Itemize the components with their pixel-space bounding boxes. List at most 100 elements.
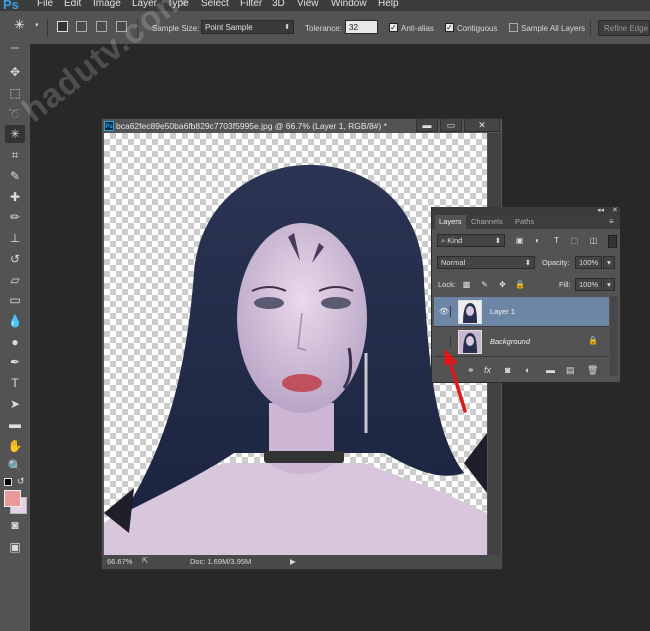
zoom-tool-icon[interactable]: 🔍: [5, 457, 25, 475]
default-colors-icon[interactable]: [4, 478, 12, 486]
menu-view[interactable]: View: [297, 0, 319, 9]
eraser-tool-icon[interactable]: ▱: [5, 271, 25, 289]
lock-position-icon[interactable]: ✥: [498, 280, 507, 289]
visibility-eye-icon[interactable]: 👁: [438, 306, 451, 317]
new-group-icon[interactable]: ▬: [546, 365, 555, 375]
close-panel-icon[interactable]: ✕: [612, 206, 618, 214]
opacity-input[interactable]: 100%: [575, 256, 602, 269]
clone-stamp-tool-icon[interactable]: ⊥: [5, 229, 25, 247]
separator: [590, 19, 591, 37]
panel-menu-icon[interactable]: ≡: [609, 217, 614, 226]
crop-tool-icon[interactable]: ⌗: [5, 146, 25, 164]
anti-alias-label: Anti-alias: [401, 24, 434, 33]
history-brush-tool-icon[interactable]: ↺: [5, 250, 25, 268]
menu-3d[interactable]: 3D: [272, 0, 285, 9]
close-button[interactable]: ✕: [464, 118, 500, 132]
layer-name[interactable]: Layer 1: [490, 307, 515, 316]
layer-style-icon[interactable]: fx: [484, 365, 491, 375]
image-canvas[interactable]: [104, 133, 487, 555]
screen-mode-icon[interactable]: ▣: [5, 538, 25, 556]
lock-all-icon[interactable]: 🔒: [515, 280, 525, 289]
restore-button[interactable]: ▭: [440, 118, 462, 132]
tab-paths[interactable]: Paths: [511, 215, 538, 229]
layer-filter-kind-select[interactable]: ⌕ Kind ⬍: [437, 234, 505, 247]
sample-size-select[interactable]: Point Sample ⬍: [201, 20, 294, 34]
menu-help[interactable]: Help: [378, 0, 399, 9]
new-layer-icon[interactable]: ▤: [566, 365, 575, 376]
doc-size-info: Doc: 1.69M/3.95M: [190, 557, 252, 566]
type-tool-icon[interactable]: T: [5, 374, 25, 392]
menu-window[interactable]: Window: [331, 0, 367, 9]
refine-edge-button[interactable]: Refine Edge: [598, 20, 650, 36]
select-arrow-icon: ⬍: [284, 24, 290, 31]
magic-wand-icon[interactable]: ✳: [14, 17, 25, 33]
hand-tool-icon[interactable]: ✋: [5, 437, 25, 455]
path-selection-tool-icon[interactable]: ➤: [5, 395, 25, 413]
tab-channels[interactable]: Channels: [467, 215, 507, 229]
contiguous-label: Contiguous: [457, 24, 498, 33]
filter-smart-object-icon[interactable]: ◫: [589, 236, 598, 245]
filter-type-icon[interactable]: T: [552, 236, 561, 245]
minimize-button[interactable]: ▬: [416, 118, 438, 132]
lock-label: Lock:: [438, 280, 456, 289]
document-status-bar: 66.67% ⇱ Doc: 1.69M/3.95M ▶: [102, 555, 502, 569]
move-tool-icon[interactable]: ✥: [5, 63, 25, 81]
separator: [47, 19, 48, 37]
healing-brush-tool-icon[interactable]: ✚: [5, 188, 25, 206]
select-arrow-icon: ⬍: [524, 258, 531, 267]
status-menu-arrow-icon[interactable]: ▶: [290, 557, 296, 566]
tolerance-input[interactable]: 32: [345, 20, 378, 34]
menu-file[interactable]: File: [37, 0, 53, 9]
contiguous-checkbox[interactable]: ✓: [445, 23, 454, 32]
portrait-image: [104, 164, 487, 555]
opacity-slider-toggle-icon[interactable]: ▾: [603, 256, 615, 269]
new-selection-button[interactable]: [57, 21, 68, 32]
foreground-color-swatch[interactable]: [4, 490, 21, 507]
menu-bar: Ps File Edit Image Layer Type Select Fil…: [0, 0, 650, 12]
gradient-tool-icon[interactable]: ▭: [5, 291, 25, 309]
thumbnail-image: [459, 301, 481, 323]
menu-filter[interactable]: Filter: [240, 0, 262, 9]
tool-preset-chevron-icon[interactable]: ▾: [35, 21, 39, 29]
brush-tool-icon[interactable]: ✏: [5, 208, 25, 226]
lock-transparent-pixels-icon[interactable]: ▩: [462, 280, 471, 289]
delete-layer-icon[interactable]: 🗑: [587, 365, 598, 376]
tab-layers[interactable]: Layers: [435, 215, 466, 229]
filter-adjustment-icon[interactable]: ◐: [533, 236, 542, 245]
menu-image[interactable]: Image: [93, 0, 121, 9]
panel-header: [432, 207, 620, 215]
annotation-arrow-icon: [444, 349, 467, 413]
add-mask-icon[interactable]: ◙: [505, 365, 510, 375]
document-title: bca62fec89e50ba6fb829c7703f5995e.jpg @ 6…: [116, 121, 387, 131]
blend-mode-select[interactable]: Normal ⬍: [437, 256, 535, 269]
collapse-panel-icon[interactable]: ◂◂: [597, 206, 604, 214]
sample-all-layers-checkbox[interactable]: [509, 23, 518, 32]
swap-colors-icon[interactable]: ↺: [17, 476, 25, 487]
zoom-level[interactable]: 66.67%: [107, 557, 132, 566]
opacity-label: Opacity:: [542, 258, 570, 267]
pen-tool-icon[interactable]: ✒: [5, 353, 25, 371]
quick-mask-icon[interactable]: ◙: [5, 516, 25, 534]
rectangle-tool-icon[interactable]: ▬: [5, 415, 25, 433]
export-icon[interactable]: ⇱: [142, 556, 148, 565]
sample-size-value: Point Sample: [205, 23, 253, 32]
layers-scrollbar[interactable]: [610, 296, 618, 376]
eyedropper-tool-icon[interactable]: ✎: [5, 167, 25, 185]
toolbar-grip[interactable]: [11, 47, 19, 49]
layer-name[interactable]: Background: [490, 337, 530, 346]
fill-input[interactable]: 100%: [575, 278, 602, 291]
magic-wand-tool-icon[interactable]: ✳: [5, 125, 25, 143]
filter-pixel-icon[interactable]: ▣: [515, 236, 524, 245]
adjustment-layer-icon[interactable]: ◐: [525, 365, 530, 375]
filter-shape-icon[interactable]: ⬚: [570, 236, 579, 245]
menu-edit[interactable]: Edit: [64, 0, 81, 9]
menu-select[interactable]: Select: [201, 0, 229, 9]
anti-alias-checkbox[interactable]: ✓: [389, 23, 398, 32]
add-to-selection-button[interactable]: [76, 21, 87, 32]
layer-row-layer-1[interactable]: 👁 Layer 1: [434, 297, 609, 327]
lock-image-pixels-icon[interactable]: ✎: [480, 280, 489, 289]
filter-toggle-icon[interactable]: [608, 235, 617, 248]
dodge-tool-icon[interactable]: ●: [5, 333, 25, 351]
blur-tool-icon[interactable]: 💧: [5, 312, 25, 330]
fill-slider-toggle-icon[interactable]: ▾: [603, 278, 615, 291]
